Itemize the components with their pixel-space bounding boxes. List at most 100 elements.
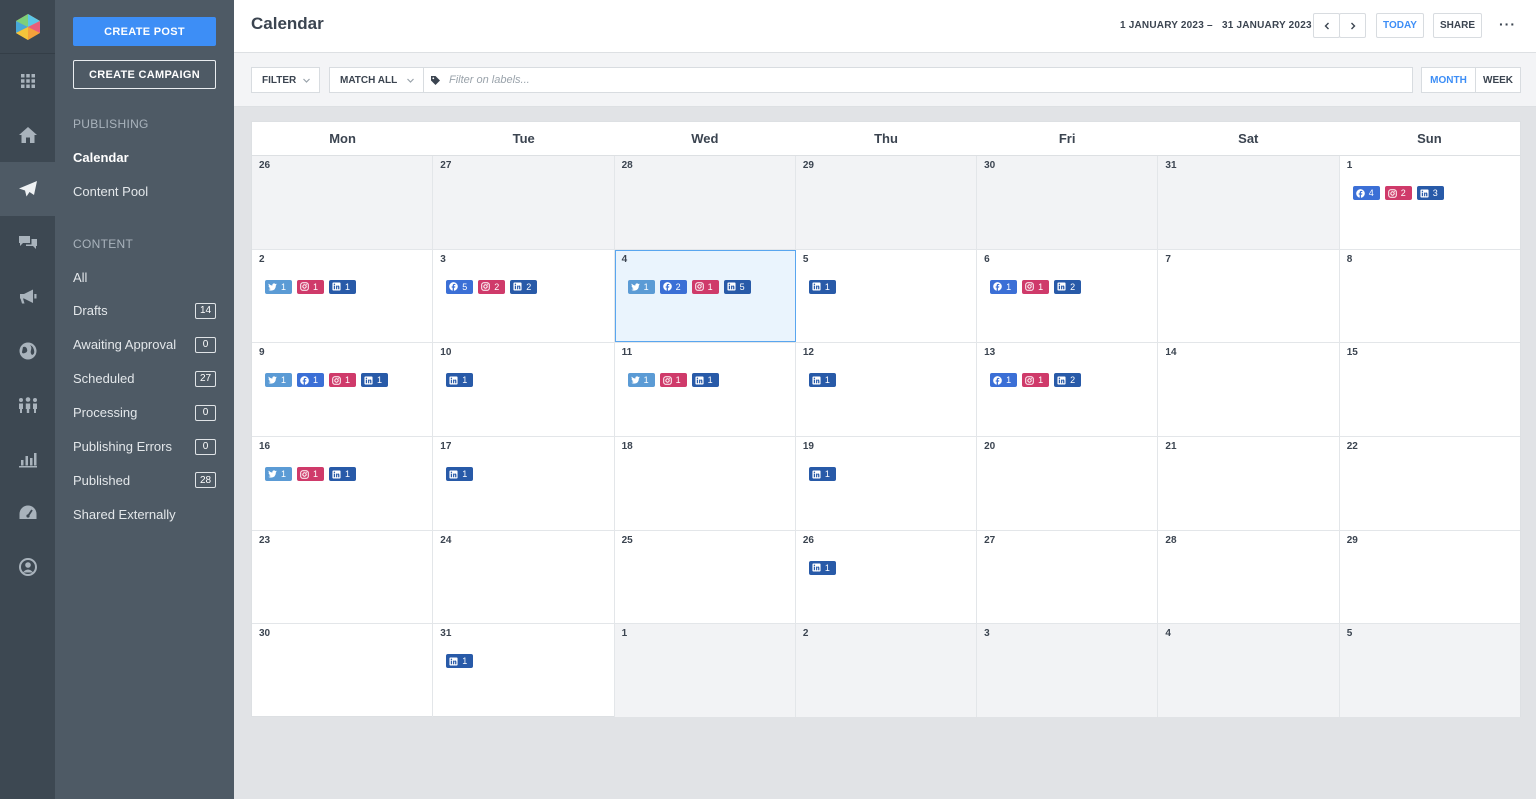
calendar-day-cell[interactable]: 7 bbox=[1158, 249, 1340, 343]
more-options-button[interactable]: ··· bbox=[1499, 16, 1516, 32]
linkedin-post-chip[interactable]: 1 bbox=[361, 373, 388, 388]
linkedin-post-chip[interactable]: 2 bbox=[1054, 373, 1082, 388]
match-dropdown[interactable]: MATCH ALL bbox=[329, 67, 424, 93]
calendar-day-cell[interactable]: 8 bbox=[1340, 250, 1520, 343]
calendar-day-cell[interactable]: 4 1 2 1 5 bbox=[614, 249, 796, 343]
app-logo[interactable] bbox=[0, 0, 55, 54]
calendar-day-cell[interactable]: 16 1 1 1 bbox=[252, 437, 434, 530]
next-month-button[interactable] bbox=[1339, 13, 1366, 38]
linkedin-post-chip[interactable]: 1 bbox=[446, 373, 474, 388]
nav-item-awaiting-approval[interactable]: Awaiting Approval 0 bbox=[73, 335, 216, 355]
calendar-day-cell[interactable]: 17 1 bbox=[433, 437, 615, 530]
rail-item-globe[interactable] bbox=[0, 324, 55, 378]
calendar-day-cell[interactable]: 10 1 bbox=[433, 343, 615, 437]
calendar-day-cell[interactable]: 19 1 bbox=[796, 437, 978, 530]
calendar-day-cell[interactable]: 28 bbox=[1158, 530, 1340, 624]
nav-item-publishing-errors[interactable]: Publishing Errors 0 bbox=[73, 437, 216, 457]
label-filter-input[interactable] bbox=[449, 74, 1349, 86]
calendar-day-cell[interactable]: 14 bbox=[1158, 343, 1340, 437]
twitter-post-chip[interactable]: 1 bbox=[627, 373, 655, 388]
nav-item-content-pool[interactable]: Content Pool bbox=[73, 181, 216, 201]
prev-month-button[interactable] bbox=[1313, 13, 1340, 38]
instagram-post-chip[interactable]: 1 bbox=[1022, 373, 1050, 388]
calendar-day-cell[interactable]: 5 bbox=[1339, 624, 1520, 718]
linkedin-post-chip[interactable]: 1 bbox=[808, 560, 836, 575]
twitter-post-chip[interactable]: 1 bbox=[265, 467, 292, 482]
nav-item-scheduled[interactable]: Scheduled 27 bbox=[73, 369, 216, 389]
nav-item-drafts[interactable]: Drafts 14 bbox=[73, 301, 216, 321]
calendar-day-cell[interactable]: 3 5 2 2 bbox=[433, 249, 615, 343]
calendar-day-cell[interactable]: 13 1 1 2 bbox=[977, 343, 1159, 437]
twitter-post-chip[interactable]: 1 bbox=[627, 279, 655, 294]
nav-item-all[interactable]: All bbox=[73, 267, 216, 287]
nav-item-processing[interactable]: Processing 0 bbox=[73, 403, 216, 423]
rail-item-home[interactable] bbox=[0, 108, 55, 162]
calendar-day-cell[interactable]: 27 bbox=[977, 530, 1159, 624]
nav-item-calendar[interactable]: Calendar bbox=[73, 147, 216, 167]
calendar-day-cell[interactable]: 1 bbox=[614, 624, 796, 718]
calendar-day-cell[interactable]: 11 1 1 1 bbox=[615, 343, 796, 437]
calendar-day-cell[interactable]: 2 1 1 1 bbox=[252, 249, 434, 343]
calendar-day-cell[interactable]: 3 bbox=[977, 624, 1159, 718]
facebook-post-chip[interactable]: 1 bbox=[990, 373, 1018, 388]
rail-item-user-circle[interactable] bbox=[0, 540, 55, 594]
calendar-day-cell[interactable]: 21 bbox=[1158, 437, 1340, 530]
month-view-button[interactable]: MONTH bbox=[1421, 67, 1476, 93]
calendar-day-cell[interactable]: 9 1 1 1 1 bbox=[252, 343, 434, 437]
facebook-post-chip[interactable]: 4 bbox=[1352, 186, 1380, 200]
calendar-day-cell[interactable]: 26 bbox=[252, 156, 434, 249]
calendar-day-cell[interactable]: 1 4 2 3 bbox=[1340, 156, 1520, 249]
linkedin-post-chip[interactable]: 1 bbox=[446, 467, 474, 482]
rail-item-apps-grid[interactable] bbox=[0, 54, 55, 108]
linkedin-post-chip[interactable]: 1 bbox=[808, 279, 836, 294]
calendar-day-cell[interactable]: 30 bbox=[977, 156, 1159, 249]
rail-item-people[interactable] bbox=[0, 378, 55, 432]
calendar-day-cell[interactable]: 31 bbox=[1158, 156, 1340, 249]
instagram-post-chip[interactable]: 1 bbox=[691, 279, 719, 294]
linkedin-post-chip[interactable]: 1 bbox=[808, 467, 836, 482]
instagram-post-chip[interactable]: 1 bbox=[659, 373, 687, 388]
instagram-post-chip[interactable]: 1 bbox=[297, 467, 324, 482]
calendar-day-cell[interactable]: 24 bbox=[433, 530, 615, 624]
facebook-post-chip[interactable]: 5 bbox=[446, 279, 474, 294]
linkedin-post-chip[interactable]: 1 bbox=[446, 654, 474, 669]
linkedin-post-chip[interactable]: 3 bbox=[1416, 186, 1444, 200]
rail-item-paper-plane[interactable] bbox=[0, 162, 55, 216]
linkedin-post-chip[interactable]: 2 bbox=[1054, 279, 1082, 294]
calendar-day-cell[interactable]: 23 bbox=[252, 530, 434, 624]
filter-dropdown[interactable]: FILTER bbox=[251, 67, 320, 93]
facebook-post-chip[interactable]: 1 bbox=[990, 279, 1018, 294]
twitter-post-chip[interactable]: 1 bbox=[265, 373, 292, 388]
linkedin-post-chip[interactable]: 1 bbox=[329, 467, 356, 482]
calendar-day-cell[interactable]: 27 bbox=[433, 156, 615, 249]
instagram-post-chip[interactable]: 1 bbox=[297, 279, 324, 294]
calendar-day-cell[interactable]: 51 bbox=[796, 249, 978, 343]
linkedin-post-chip[interactable]: 5 bbox=[723, 279, 751, 294]
calendar-day-cell[interactable]: 4 bbox=[1158, 624, 1340, 718]
calendar-day-cell[interactable]: 25 bbox=[615, 530, 796, 624]
linkedin-post-chip[interactable]: 2 bbox=[510, 279, 538, 294]
calendar-day-cell[interactable]: 26 1 bbox=[796, 530, 978, 624]
calendar-day-cell[interactable]: 29 bbox=[1340, 531, 1520, 624]
nav-item-published[interactable]: Published 28 bbox=[73, 470, 216, 490]
calendar-day-cell[interactable]: 22 bbox=[1340, 437, 1520, 530]
create-post-button[interactable]: CREATE POST bbox=[73, 17, 216, 46]
calendar-day-cell[interactable]: 15 bbox=[1340, 343, 1520, 436]
twitter-post-chip[interactable]: 1 bbox=[265, 279, 292, 294]
rail-item-gauge[interactable] bbox=[0, 486, 55, 540]
calendar-day-cell[interactable]: 20 bbox=[977, 437, 1159, 530]
linkedin-post-chip[interactable]: 1 bbox=[691, 373, 719, 388]
facebook-post-chip[interactable]: 1 bbox=[297, 373, 324, 388]
week-view-button[interactable]: WEEK bbox=[1475, 67, 1521, 93]
calendar-day-cell[interactable]: 30 bbox=[252, 624, 434, 718]
calendar-day-cell[interactable]: 2 bbox=[795, 624, 978, 718]
instagram-post-chip[interactable]: 1 bbox=[329, 373, 356, 388]
instagram-post-chip[interactable]: 1 bbox=[1022, 279, 1050, 294]
calendar-day-cell[interactable]: 12 1 bbox=[796, 343, 978, 437]
rail-item-megaphone[interactable] bbox=[0, 270, 55, 324]
share-button[interactable]: SHARE bbox=[1433, 13, 1482, 38]
instagram-post-chip[interactable]: 2 bbox=[1384, 186, 1412, 200]
linkedin-post-chip[interactable]: 1 bbox=[329, 279, 356, 294]
nav-item-shared-externally[interactable]: Shared Externally bbox=[73, 504, 216, 524]
facebook-post-chip[interactable]: 2 bbox=[659, 279, 687, 294]
